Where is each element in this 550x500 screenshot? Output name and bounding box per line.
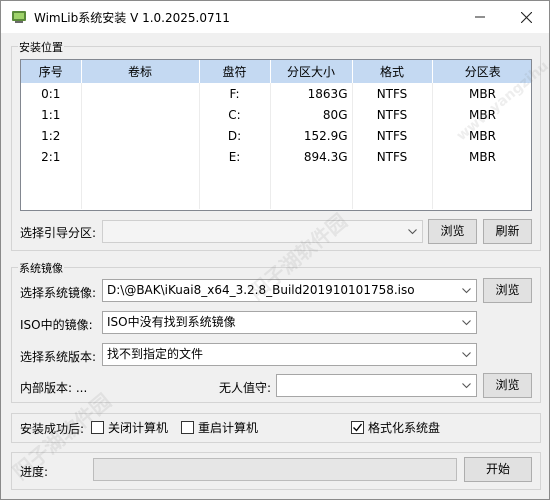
column-header[interactable]: 盘符	[199, 60, 271, 83]
cell-label	[81, 125, 200, 146]
table-row[interactable]: 0:1 F: 1863G NTFS MBR	[21, 83, 531, 104]
progress-bar	[93, 458, 457, 481]
table-row[interactable]: 1:2 D: 152.9G NTFS MBR	[21, 125, 531, 146]
checkbox-box[interactable]	[181, 420, 194, 434]
cell-drive: C:	[199, 104, 271, 125]
chevron-down-icon	[408, 229, 417, 235]
cell-size: 152.9G	[270, 125, 353, 146]
version-select[interactable]: 找不到指定的文件	[102, 343, 477, 366]
window-title: WimLib系统安装 V 1.0.2025.0711	[34, 11, 230, 25]
title-bar: WimLib系统安装 V 1.0.2025.0711	[1, 1, 549, 33]
unattend-browse-button[interactable]: 浏览	[483, 373, 532, 398]
cell-index: 1:2	[21, 125, 82, 146]
iso-image-select[interactable]: ISO中没有找到系统镜像	[102, 311, 477, 334]
unattend-label: 无人值守:	[219, 381, 272, 395]
close-button[interactable]	[503, 1, 549, 33]
cell-index: 2:1	[21, 146, 82, 167]
format-label: 格式化系统盘	[368, 420, 441, 435]
cell-drive: E:	[199, 146, 271, 167]
restart-label: 重启计算机	[198, 420, 259, 435]
empty-row	[21, 188, 531, 209]
format-checkbox[interactable]: 格式化系统盘	[351, 419, 440, 435]
cell-format: NTFS	[352, 146, 433, 167]
cell-table: MBR	[432, 146, 531, 167]
installer-window: WimLib系统安装 V 1.0.2025.0711 安装位置 序号 卷标 盘符…	[0, 0, 550, 500]
unattend-select[interactable]	[276, 374, 477, 397]
refresh-button[interactable]: 刷新	[483, 219, 532, 244]
cell-index: 1:1	[21, 104, 82, 125]
iso-image-label: ISO中的镜像:	[20, 318, 93, 332]
shutdown-checkbox[interactable]: 关闭计算机	[91, 419, 168, 435]
boot-partition-label: 选择引导分区:	[20, 226, 97, 240]
chevron-down-icon	[462, 288, 471, 294]
restart-checkbox[interactable]: 重启计算机	[181, 419, 258, 435]
column-header[interactable]: 序号	[21, 60, 82, 83]
version-label: 选择系统版本:	[20, 350, 97, 364]
shutdown-label: 关闭计算机	[108, 420, 169, 435]
empty-row	[21, 167, 531, 188]
system-image-title: 系统镜像	[18, 260, 64, 276]
column-header[interactable]: 分区大小	[270, 60, 353, 83]
version-value: 找不到指定的文件	[107, 347, 204, 361]
cell-label	[81, 83, 200, 104]
cell-drive: D:	[199, 125, 271, 146]
table-row[interactable]: 2:1 E: 894.3G NTFS MBR	[21, 146, 531, 167]
column-header[interactable]: 格式	[352, 60, 433, 83]
cell-format: NTFS	[352, 104, 433, 125]
cell-format: NTFS	[352, 125, 433, 146]
cell-size: 1863G	[270, 83, 353, 104]
checkbox-box[interactable]	[351, 420, 364, 434]
boot-browse-button[interactable]: 浏览	[428, 219, 477, 244]
boot-partition-select[interactable]	[102, 220, 423, 243]
cell-size: 894.3G	[270, 146, 353, 167]
image-browse-button[interactable]: 浏览	[483, 278, 532, 303]
cell-index: 0:1	[21, 83, 82, 104]
cell-label	[81, 146, 200, 167]
install-location-title: 安装位置	[18, 39, 64, 55]
column-header[interactable]: 卷标	[81, 60, 200, 83]
chevron-down-icon	[462, 352, 471, 358]
cell-size: 80G	[270, 104, 353, 125]
select-image-label: 选择系统镜像:	[20, 286, 97, 300]
table-header: 序号 卷标 盘符 分区大小 格式 分区表	[21, 60, 531, 83]
minimize-icon	[475, 16, 485, 18]
cell-label	[81, 104, 200, 125]
chevron-down-icon	[462, 383, 471, 389]
internal-version-label: 内部版本: ...	[20, 381, 88, 395]
cell-format: NTFS	[352, 83, 433, 104]
start-button[interactable]: 开始	[464, 457, 532, 482]
iso-image-value: ISO中没有找到系统镜像	[107, 315, 236, 329]
image-path-select[interactable]: D:\@BAK\iKuai8_x64_3.2.8_Build2019101017…	[102, 279, 477, 302]
minimize-button[interactable]	[457, 1, 503, 33]
chevron-down-icon	[462, 320, 471, 326]
close-icon	[520, 11, 532, 23]
app-icon	[12, 11, 26, 23]
partition-table[interactable]: 序号 卷标 盘符 分区大小 格式 分区表 0:1 F: 1863G NTFS M…	[20, 59, 532, 211]
cell-drive: F:	[199, 83, 271, 104]
checkmark-icon	[353, 423, 363, 432]
table-row[interactable]: 1:1 C: 80G NTFS MBR	[21, 104, 531, 125]
